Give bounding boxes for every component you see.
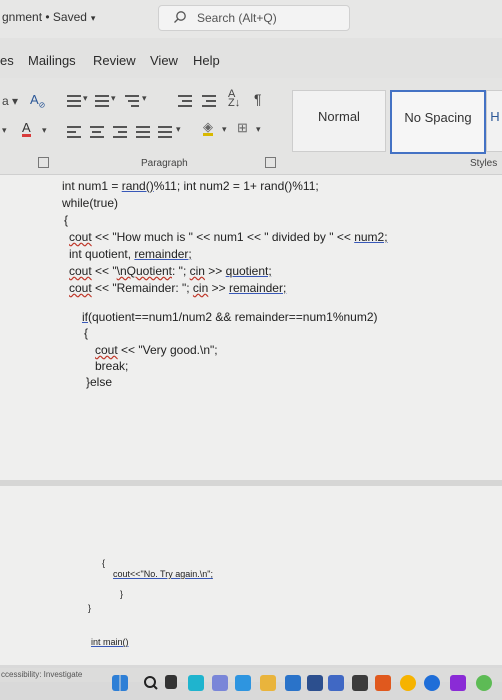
- sort-az-icon[interactable]: A Z↓: [228, 89, 240, 109]
- style-normal-label: Normal: [318, 109, 360, 124]
- search-box[interactable]: Search (Alt+Q): [158, 5, 350, 31]
- line-spacing-icon[interactable]: [158, 126, 172, 138]
- tab-mailings[interactable]: Mailings: [28, 53, 76, 68]
- borders-icon[interactable]: ⊞: [237, 120, 248, 136]
- style-normal[interactable]: Normal: [292, 90, 386, 152]
- start-icon[interactable]: [112, 675, 128, 691]
- font-case-dropdown[interactable]: a ▾: [2, 94, 18, 108]
- code-line: {: [64, 213, 69, 227]
- justify-icon[interactable]: [136, 126, 150, 138]
- document-page[interactable]: int num1 = rand()%11; int num2 = 1+ rand…: [0, 175, 502, 665]
- store-icon[interactable]: [285, 675, 301, 691]
- code-line: }: [88, 603, 92, 613]
- increase-indent-icon[interactable]: [202, 95, 216, 107]
- code-line: int quotient, remainder;: [69, 247, 192, 261]
- search-icon: [173, 10, 187, 29]
- bullets-icon[interactable]: [67, 95, 81, 107]
- align-right-icon[interactable]: [113, 126, 127, 138]
- numbering-icon[interactable]: [95, 95, 109, 107]
- tab-references[interactable]: es: [0, 53, 14, 68]
- align-left-icon[interactable]: [67, 126, 81, 138]
- file-explorer-icon[interactable]: [260, 675, 276, 691]
- font-color-icon[interactable]: A: [22, 121, 31, 137]
- app-green-icon[interactable]: [476, 675, 492, 691]
- chrome-icon[interactable]: [400, 675, 416, 691]
- chat-icon[interactable]: [212, 675, 228, 691]
- chevron-down-icon[interactable]: ▾: [222, 124, 227, 135]
- style-no-spacing[interactable]: No Spacing: [390, 90, 486, 154]
- code-line: if(quotient==num1/num2 && remainder==num…: [82, 310, 378, 324]
- font-dialog-launcher-icon[interactable]: [38, 157, 49, 168]
- taskbar: [0, 670, 502, 700]
- code-line: }: [120, 589, 124, 599]
- search-placeholder: Search (Alt+Q): [197, 11, 277, 25]
- tab-view[interactable]: View: [150, 53, 178, 68]
- search-icon[interactable]: [143, 675, 159, 691]
- chevron-down-icon[interactable]: ▾: [142, 93, 147, 104]
- code-line: while(true): [62, 196, 119, 210]
- code-line: int main(): [91, 637, 129, 647]
- chevron-down-icon[interactable]: ▾: [91, 13, 96, 23]
- show-formatting-icon[interactable]: ¶: [254, 91, 262, 107]
- chevron-down-icon[interactable]: ▾: [42, 125, 47, 136]
- document-title[interactable]: gnment • Saved ▾: [2, 10, 95, 24]
- code-line: {: [102, 558, 106, 568]
- chevron-down-icon[interactable]: ▾: [176, 124, 181, 135]
- word-icon[interactable]: [307, 675, 323, 691]
- code-line: cout << "Remainder: "; cin >> remainder;: [69, 281, 287, 295]
- code-line: cout << "How much is " << num1 << " divi…: [69, 230, 388, 244]
- code-line: break;: [95, 359, 129, 373]
- paragraph-dialog-launcher-icon[interactable]: [265, 157, 276, 168]
- browser-icon[interactable]: [424, 675, 440, 691]
- chevron-down-icon[interactable]: ▾: [83, 93, 88, 104]
- task-view-icon[interactable]: [165, 675, 177, 689]
- chevron-down-icon[interactable]: ▾: [256, 124, 261, 135]
- outlook-icon[interactable]: [328, 675, 344, 691]
- widgets-icon[interactable]: [188, 675, 204, 691]
- page-gap: [0, 480, 502, 486]
- code-line: cout << "\nQuotient: "; cin >> quotient;: [69, 264, 272, 278]
- teams-icon[interactable]: [450, 675, 466, 691]
- ribbon-tabs: es Mailings Review View Help: [0, 38, 502, 78]
- tab-review[interactable]: Review: [93, 53, 136, 68]
- title-bar: gnment • Saved ▾ Search (Alt+Q): [0, 0, 502, 38]
- edge-icon[interactable]: [235, 675, 251, 691]
- styles-group-label: Styles: [470, 158, 498, 169]
- multilevel-list-icon[interactable]: [125, 95, 139, 107]
- tab-help[interactable]: Help: [193, 53, 220, 68]
- code-line: cout<<"No. Try again.\n";: [113, 569, 213, 579]
- shading-icon[interactable]: ◈: [203, 120, 213, 136]
- style-heading-partial[interactable]: H: [486, 90, 502, 152]
- decrease-indent-icon[interactable]: [178, 95, 192, 107]
- chevron-down-icon[interactable]: ▾: [111, 93, 116, 104]
- style-no-spacing-label: No Spacing: [404, 110, 472, 125]
- document-name: gnment • Saved: [2, 10, 87, 24]
- office-icon[interactable]: [375, 675, 391, 691]
- clear-formatting-icon[interactable]: A⊘: [30, 92, 45, 110]
- align-center-icon[interactable]: [90, 126, 104, 138]
- app-icon[interactable]: [352, 675, 368, 691]
- code-line: cout << "Very good.\n";: [95, 343, 218, 357]
- style-heading-glyph: H: [490, 109, 500, 124]
- code-line: {: [84, 326, 89, 340]
- code-line: int num1 = rand()%11; int num2 = 1+ rand…: [62, 179, 319, 193]
- ribbon: a ▾ A⊘ ▾ ▾ ▾ A Z↓ ¶ ▾ A ▾ ▾ ◈ ▾ ⊞ ▾ Norma…: [0, 78, 502, 175]
- paragraph-group-label: Paragraph: [141, 158, 188, 169]
- chevron-down-icon[interactable]: ▾: [2, 125, 7, 136]
- code-line: }else: [86, 375, 113, 389]
